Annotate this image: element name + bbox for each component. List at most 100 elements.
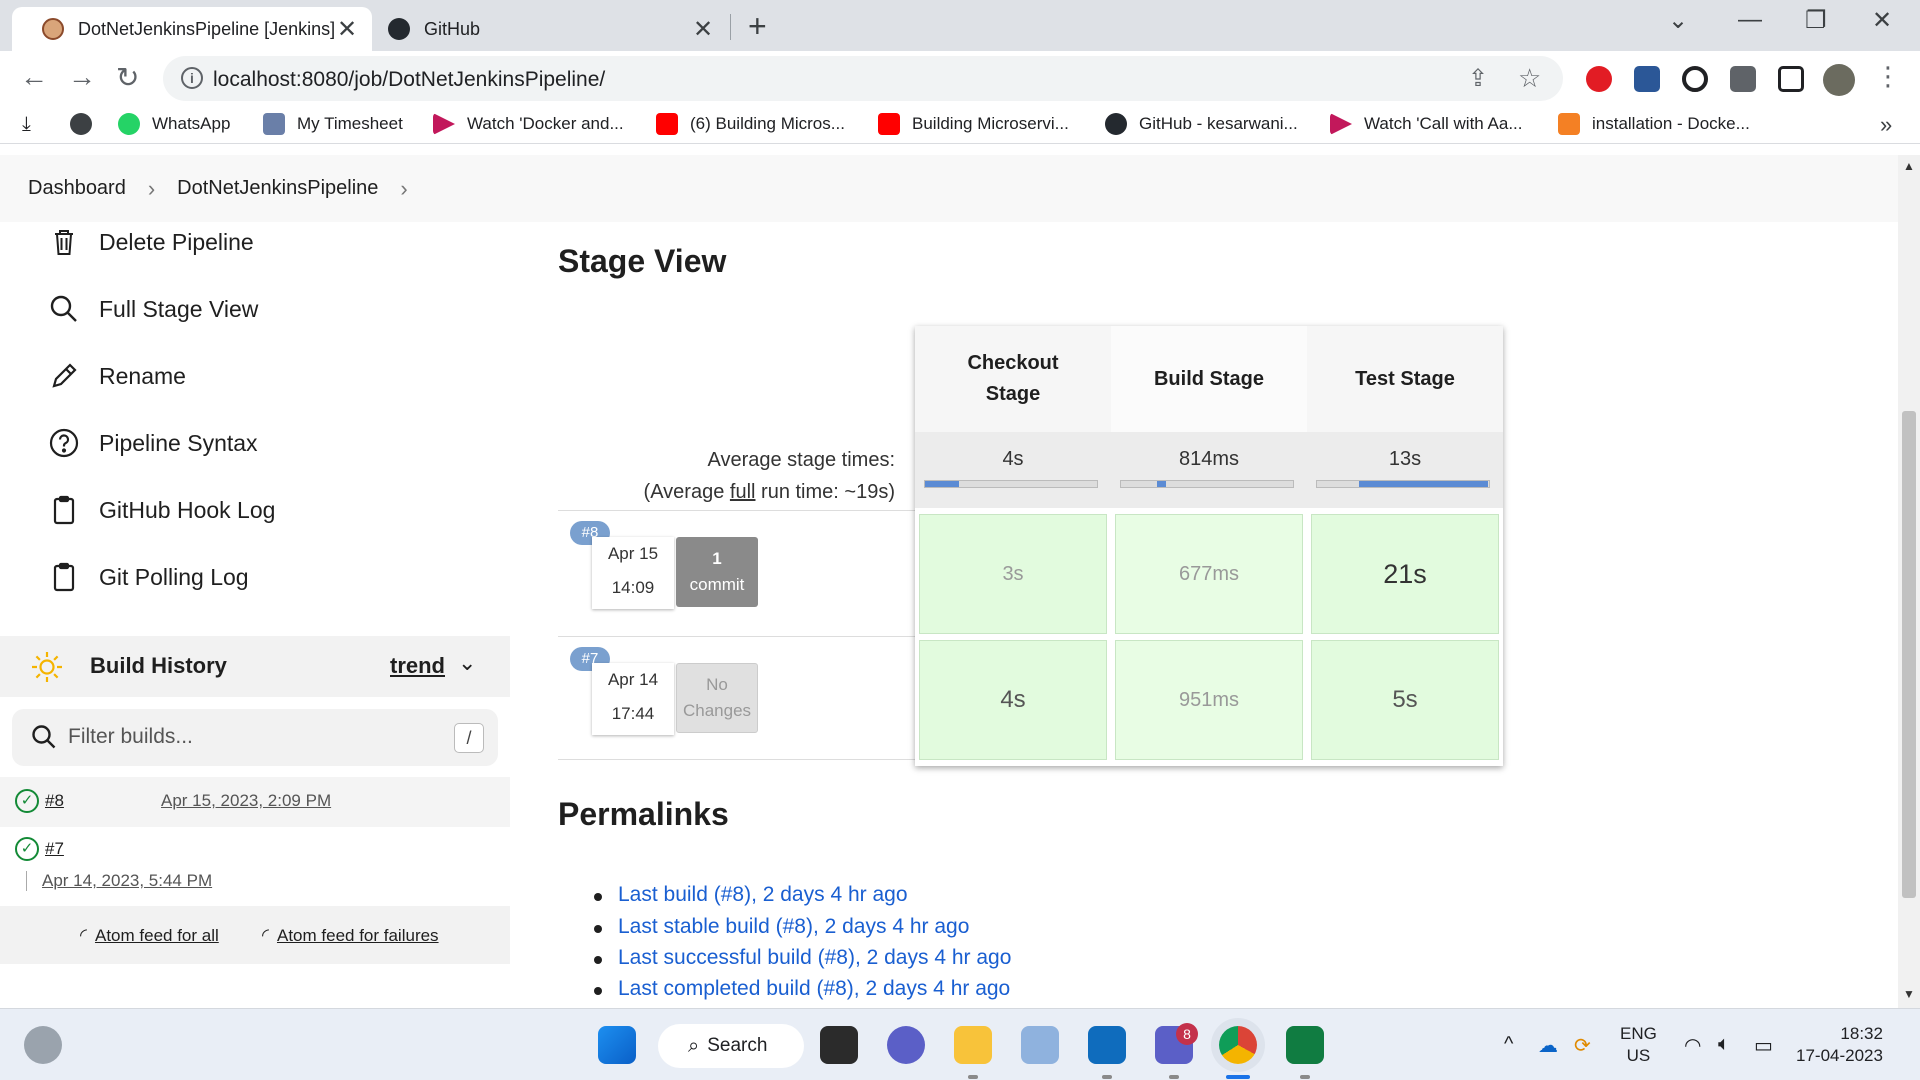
stage-cell[interactable]: 21s (1311, 514, 1499, 634)
reload-icon[interactable]: ↻ (116, 61, 139, 94)
task-github-hook-log[interactable]: GitHub Hook Log (48, 494, 275, 526)
stage-cell[interactable]: 4s (919, 640, 1107, 760)
build-history-row[interactable]: ✓ #8 Apr 15, 2023, 2:09 PM (0, 777, 510, 827)
search-icon (50, 295, 77, 322)
build-date-link[interactable]: Apr 14, 2023, 5:44 PM (42, 871, 212, 891)
trend-link[interactable]: trend (390, 653, 445, 679)
task-view-icon[interactable] (820, 1026, 858, 1064)
url-text[interactable]: localhost:8080/job/DotNetJenkinsPipeline… (213, 68, 605, 92)
trash-icon (55, 230, 73, 255)
wifi-icon[interactable]: ◠ (1684, 1033, 1701, 1058)
tab-jenkins[interactable]: DotNetJenkinsPipeline [Jenkins] ✕ (12, 7, 372, 51)
side-panel-icon[interactable] (1778, 66, 1804, 92)
atom-feed-all[interactable]: ◜ Atom feed for all (80, 925, 219, 946)
more-bookmarks-icon[interactable]: » (1880, 112, 1892, 138)
bookmark-star-icon[interactable]: ☆ (1518, 63, 1541, 94)
address-bar[interactable]: i localhost:8080/job/DotNetJenkinsPipeli… (163, 56, 1563, 101)
permalink-last-build[interactable]: Last build (#8), 2 days 4 hr ago (594, 883, 908, 907)
task-full-stage-view[interactable]: Full Stage View (48, 293, 258, 325)
back-arrow-icon[interactable]: ← (20, 61, 48, 93)
page-scrollbar[interactable]: ▲ ▼ (1898, 155, 1920, 1008)
new-tab-icon[interactable]: + (748, 8, 767, 45)
bookmark-building-microservi[interactable]: Building Microservi... (878, 113, 1069, 135)
windows-start-icon[interactable] (598, 1026, 636, 1064)
breadcrumb-dashboard[interactable]: Dashboard (28, 177, 126, 200)
bookmark-watch-docker[interactable]: Watch 'Docker and... (433, 113, 624, 135)
atom-feed-failures[interactable]: ◜ Atom feed for failures (262, 925, 439, 946)
stage-cell[interactable]: 5s (1311, 640, 1499, 760)
extension-blue-icon[interactable] (1634, 66, 1660, 92)
stage-header-build: Build Stage (1111, 326, 1307, 432)
sync-status-icon[interactable]: ⟳ (1574, 1033, 1591, 1058)
help-circle-icon (49, 428, 79, 458)
close-window-icon[interactable]: ✕ (1872, 6, 1892, 35)
tab-search-chevron-icon[interactable]: ⌄ (1668, 6, 1688, 35)
restore-icon[interactable]: ❐ (1805, 6, 1827, 35)
permalink-last-stable-build[interactable]: Last stable build (#8), 2 days 4 hr ago (593, 915, 969, 939)
stage-avg-checkout: 4s (915, 432, 1111, 508)
clipboard-icon (53, 562, 75, 592)
bookmark-watch-call[interactable]: Watch 'Call with Aa... (1330, 113, 1523, 135)
stage-avg-test: 13s (1307, 432, 1503, 508)
run-changes-button[interactable]: 1 commit (676, 537, 758, 607)
volume-icon[interactable]: 🔈︎ (1718, 1033, 1730, 1056)
filter-builds-input[interactable] (68, 719, 438, 755)
scroll-up-icon[interactable]: ▲ (1903, 159, 1915, 173)
bookmark-github-kesarwani[interactable]: GitHub - kesarwani... (1105, 113, 1298, 135)
share-icon[interactable]: ⇪ (1468, 64, 1488, 93)
extensions-puzzle-icon[interactable] (1730, 66, 1756, 92)
task-rename[interactable]: Rename (48, 360, 186, 392)
forward-arrow-icon[interactable]: → (68, 61, 96, 93)
site-info-icon[interactable]: i (181, 67, 203, 89)
chrome-icon[interactable] (1219, 1026, 1257, 1064)
excel-icon[interactable] (1286, 1026, 1324, 1064)
close-tab-icon[interactable]: ✕ (334, 15, 360, 44)
bookmark-whatsapp[interactable]: WhatsApp (118, 113, 230, 135)
stage-cell[interactable]: 951ms (1115, 640, 1303, 760)
task-pipeline-syntax[interactable]: Pipeline Syntax (48, 427, 258, 459)
bookmark-building-micros[interactable]: (6) Building Micros... (656, 113, 845, 135)
file-explorer-icon[interactable] (954, 1026, 992, 1064)
globe-icon[interactable] (70, 113, 104, 135)
stage-cell[interactable]: 677ms (1115, 514, 1303, 634)
bookmark-timesheet[interactable]: My Timesheet (263, 113, 403, 135)
close-tab-icon[interactable]: ✕ (690, 15, 716, 44)
widgets-icon[interactable] (24, 1026, 62, 1064)
breadcrumb-chevron-icon[interactable]: › (400, 176, 407, 202)
chevron-down-icon[interactable]: ⌄ (458, 650, 476, 676)
stage-cell[interactable]: 3s (919, 514, 1107, 634)
build-history-row[interactable]: ✓ #7 Apr 14, 2023, 5:44 PM (0, 827, 510, 905)
bookmark-installation-docker[interactable]: installation - Docke... (1558, 113, 1750, 135)
onedrive-cloud-icon[interactable]: ☁ (1538, 1033, 1558, 1058)
permalink-last-completed-build[interactable]: Last completed build (#8), 2 days 4 hr a… (593, 977, 1010, 1001)
avg-duration-fill (1157, 481, 1166, 487)
remote-desktop-icon[interactable] (1021, 1026, 1059, 1064)
breadcrumb-job[interactable]: DotNetJenkinsPipeline (177, 177, 378, 200)
scrollbar-thumb[interactable] (1902, 411, 1916, 898)
build-date-link[interactable]: Apr 15, 2023, 2:09 PM (161, 791, 331, 811)
build-number-link[interactable]: #7 (45, 839, 64, 859)
chrome-menu-icon[interactable]: ⋮ (1875, 61, 1901, 92)
bookmarks-bar: ⤓ WhatsApp My Timesheet Watch 'Docker an… (0, 106, 1920, 144)
tab-github[interactable]: GitHub ✕ (374, 7, 728, 51)
sync-extension-icon[interactable] (1682, 66, 1708, 92)
show-hidden-icons-chevron-icon[interactable]: ^ (1504, 1033, 1513, 1056)
minimize-icon[interactable]: — (1738, 6, 1762, 34)
opera-extension-icon[interactable] (1586, 66, 1612, 92)
input-language[interactable]: ENG US (1620, 1023, 1657, 1067)
full-run-time-link[interactable]: full (730, 481, 756, 503)
permalink-last-successful-build[interactable]: Last successful build (#8), 2 days 4 hr … (593, 946, 1011, 970)
task-delete-pipeline[interactable]: Delete Pipeline (48, 226, 254, 258)
build-number-link[interactable]: #8 (45, 791, 64, 811)
task-git-polling-log[interactable]: Git Polling Log (48, 561, 249, 593)
profile-avatar[interactable] (1823, 64, 1855, 96)
battery-icon[interactable]: ▭ (1754, 1033, 1773, 1058)
downloads-icon[interactable]: ⤓ (22, 113, 31, 136)
teams-chat-icon[interactable] (887, 1026, 925, 1064)
taskbar-search[interactable]: ⌕ Search (658, 1024, 804, 1068)
running-indicator (1169, 1075, 1179, 1079)
scroll-down-icon[interactable]: ▼ (1903, 987, 1915, 1001)
outlook-icon[interactable] (1088, 1026, 1126, 1064)
taskbar-clock[interactable]: 18:32 17-04-2023 (1796, 1023, 1883, 1067)
whatsapp-icon (118, 113, 140, 135)
